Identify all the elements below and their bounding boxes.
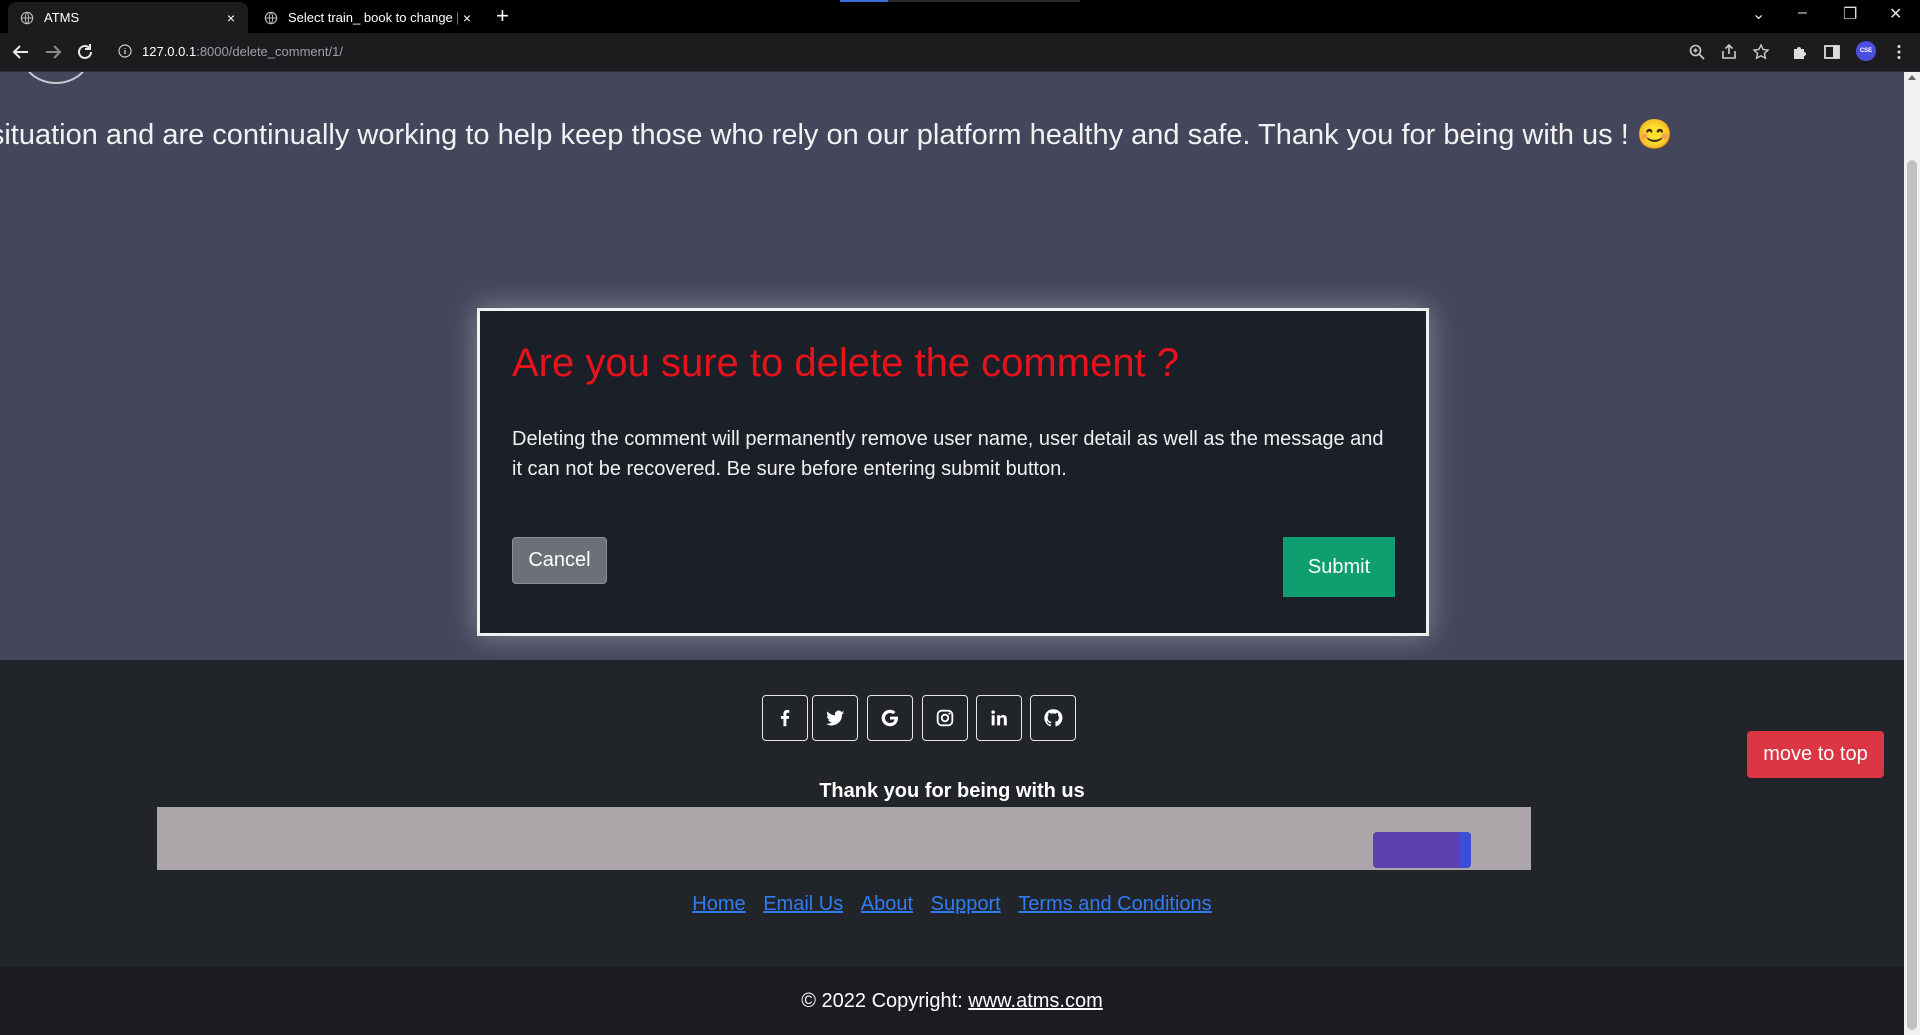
social-links — [762, 695, 1162, 743]
page-scrollbar[interactable] — [1904, 72, 1920, 1035]
banner-slider-handle[interactable] — [1373, 832, 1471, 868]
side-panel-icon[interactable] — [1823, 43, 1841, 61]
share-icon[interactable] — [1720, 43, 1738, 61]
twitter-icon[interactable] — [812, 695, 858, 741]
move-to-top-button[interactable]: move to top — [1747, 731, 1884, 778]
site-logo[interactable] — [22, 72, 90, 84]
footer-link-home[interactable]: Home — [692, 893, 745, 915]
delete-comment-dialog: Are you sure to delete the comment ? Del… — [477, 308, 1429, 636]
profile-avatar[interactable]: CSE — [1856, 41, 1876, 61]
footer-banner-strip — [157, 807, 1531, 870]
footer-link-about[interactable]: About — [861, 893, 913, 915]
github-icon[interactable] — [1030, 695, 1076, 741]
browser-tab-bar: ATMS × Select train_ book to change | Dj… — [0, 0, 1920, 33]
browser-toolbar: 127.0.0.1:8000/delete_comment/1/ CSE — [0, 33, 1920, 72]
site-footer: Thank you for being with us Home Email U… — [0, 660, 1904, 1035]
tab-select-train[interactable]: Select train_ book to change | Dj × — [252, 2, 484, 33]
scroll-up-arrow-icon[interactable] — [1908, 75, 1916, 80]
close-tab-icon[interactable]: × — [222, 10, 240, 26]
copyright-prefix: © 2022 Copyright: — [801, 990, 963, 1012]
facebook-icon[interactable] — [762, 695, 808, 741]
instagram-icon[interactable] — [922, 695, 968, 741]
scrollbar-thumb[interactable] — [1907, 160, 1917, 1030]
back-icon[interactable] — [10, 41, 32, 63]
cancel-button[interactable]: Cancel — [512, 537, 607, 584]
reload-icon[interactable] — [74, 41, 96, 63]
bookmark-star-icon[interactable] — [1752, 43, 1770, 61]
close-window-icon[interactable]: ✕ — [1889, 4, 1902, 24]
zoom-icon[interactable] — [1688, 43, 1706, 61]
footer-link-email-us[interactable]: Email Us — [763, 893, 843, 915]
copyright-bar: © 2022 Copyright: www.atms.com — [0, 967, 1904, 1035]
copyright-site-link[interactable]: www.atms.com — [968, 990, 1102, 1012]
url-text: 127.0.0.1:8000/delete_comment/1/ — [142, 44, 343, 59]
address-bar[interactable]: 127.0.0.1:8000/delete_comment/1/ — [108, 38, 1693, 66]
restore-icon[interactable]: ❐ — [1843, 4, 1857, 24]
marquee-text: COVID-19 situation and are continually w… — [0, 119, 1673, 151]
globe-icon — [264, 11, 278, 24]
extensions-puzzle-icon[interactable] — [1791, 43, 1809, 61]
dialog-title: Are you sure to delete the comment ? — [512, 341, 1180, 385]
google-icon[interactable] — [867, 695, 913, 741]
covid-announcement-marquee: COVID-19 situation and are continually w… — [0, 110, 1904, 160]
submit-button[interactable]: Submit — [1283, 537, 1395, 597]
tab-search-icon[interactable]: ⌄ — [1752, 4, 1765, 24]
globe-icon — [20, 11, 34, 24]
tab-title: Select train_ book to change | Dj — [288, 10, 458, 25]
footer-link-support[interactable]: Support — [931, 893, 1001, 915]
footer-links: Home Email Us About Support Terms and Co… — [0, 893, 1904, 916]
page-content: COVID-19 situation and are continually w… — [0, 72, 1904, 1035]
tab-title: ATMS — [44, 10, 80, 25]
linkedin-icon[interactable] — [976, 695, 1022, 741]
more-menu-icon[interactable] — [1890, 43, 1908, 61]
close-tab-icon[interactable]: × — [458, 10, 476, 26]
footer-link-terms[interactable]: Terms and Conditions — [1018, 893, 1211, 915]
tab-atms[interactable]: ATMS × — [8, 2, 248, 33]
minimize-icon[interactable]: – — [1798, 4, 1807, 22]
forward-icon[interactable] — [42, 41, 64, 63]
footer-thanks-text: Thank you for being with us — [819, 780, 1085, 802]
new-tab-button[interactable]: + — [496, 4, 509, 28]
copyright-text: © 2022 Copyright: www.atms.com — [0, 967, 1904, 1035]
site-info-icon[interactable] — [118, 44, 132, 58]
tab-strip-indicator — [840, 0, 1080, 2]
dialog-message: Deleting the comment will permanently re… — [512, 428, 1384, 480]
